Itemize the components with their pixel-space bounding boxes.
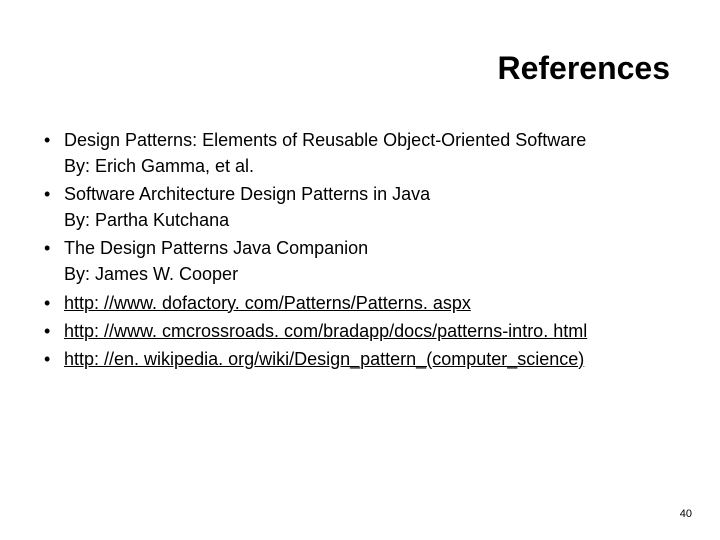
reference-title: Design Patterns: Elements of Reusable Ob… <box>64 130 586 150</box>
slide-title: References <box>30 50 680 87</box>
list-item: Software Architecture Design Patterns in… <box>40 181 680 233</box>
reference-byline: By: James W. Cooper <box>64 261 680 287</box>
reference-byline: By: Partha Kutchana <box>64 207 680 233</box>
list-item: The Design Patterns Java Companion By: J… <box>40 235 680 287</box>
reference-byline: By: Erich Gamma, et al. <box>64 153 680 179</box>
page-number: 40 <box>680 508 692 520</box>
reference-link[interactable]: http: //www. cmcrossroads. com/bradapp/d… <box>64 321 587 341</box>
reference-link[interactable]: http: //en. wikipedia. org/wiki/Design_p… <box>64 349 584 369</box>
list-item: http: //www. dofactory. com/Patterns/Pat… <box>40 290 680 316</box>
list-item: http: //en. wikipedia. org/wiki/Design_p… <box>40 346 680 372</box>
reference-title: The Design Patterns Java Companion <box>64 238 368 258</box>
reference-link[interactable]: http: //www. dofactory. com/Patterns/Pat… <box>64 293 471 313</box>
slide: References Design Patterns: Elements of … <box>0 0 720 540</box>
list-item: Design Patterns: Elements of Reusable Ob… <box>40 127 680 179</box>
list-item: http: //www. cmcrossroads. com/bradapp/d… <box>40 318 680 344</box>
references-list: Design Patterns: Elements of Reusable Ob… <box>30 127 680 372</box>
reference-title: Software Architecture Design Patterns in… <box>64 184 430 204</box>
